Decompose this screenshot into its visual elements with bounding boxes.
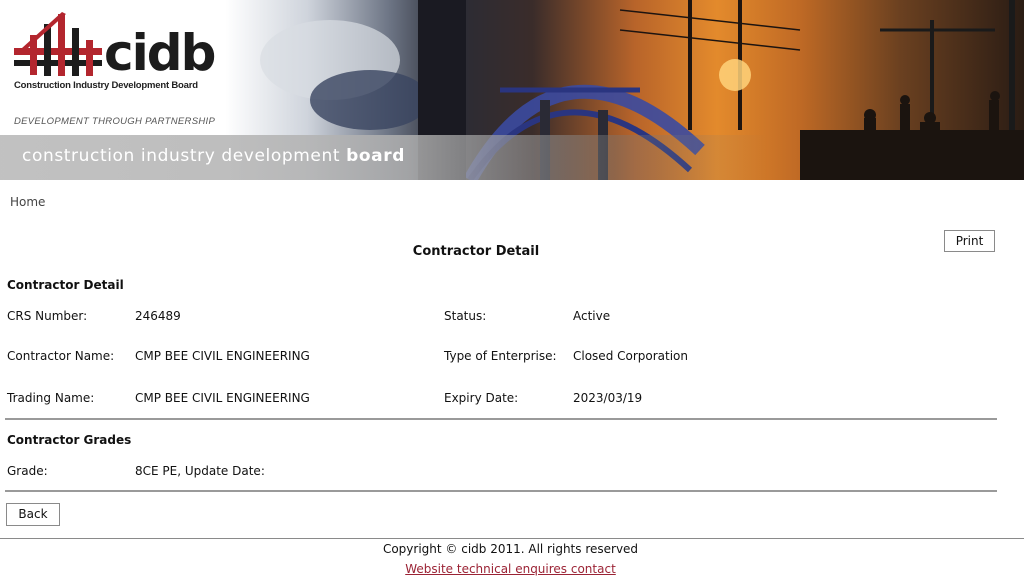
technical-contact-link-text[interactable]: Website technical enquires contact <box>405 562 616 576</box>
enterprise-type-label: Type of Enterprise: <box>444 349 557 363</box>
trading-name-value: CMP BEE CIVIL ENGINEERING <box>135 391 310 405</box>
technical-contact-link: Website technical enquires contact <box>0 562 1021 576</box>
print-button[interactable]: Print <box>944 230 995 252</box>
status-value: Active <box>573 309 611 323</box>
logo-area: cidb Construction Industry Development B… <box>0 0 225 135</box>
breadcrumb-home[interactable]: Home <box>10 195 45 209</box>
banner-title-light: construction industry development <box>22 146 347 166</box>
banner-title: construction industry development board <box>22 146 405 166</box>
crs-number-label: CRS Number: <box>7 309 88 323</box>
trading-name-label: Trading Name: <box>7 391 95 405</box>
banner-title-bold: board <box>346 146 405 166</box>
grade-value: 8CE PE, Update Date: <box>135 464 265 478</box>
logo-subtitle: Construction Industry Development Board <box>14 80 198 91</box>
footer-divider <box>0 538 1024 539</box>
cidb-logo-icon <box>14 12 102 76</box>
breadcrumb: Home <box>10 195 45 209</box>
back-button[interactable]: Back <box>6 503 60 526</box>
logo-wordmark: cidb <box>104 24 216 82</box>
section-divider <box>5 490 997 492</box>
page-title: Contractor Detail <box>412 244 540 259</box>
expiry-date-label: Expiry Date: <box>444 391 519 405</box>
contractor-detail-heading: Contractor Detail <box>7 278 124 292</box>
status-label: Status: <box>444 309 487 323</box>
grade-label: Grade: <box>7 464 48 478</box>
logo-tagline: DEVELOPMENT THROUGH PARTNERSHIP <box>14 116 216 127</box>
section-divider <box>5 418 997 420</box>
expiry-date-value: 2023/03/19 <box>573 391 643 405</box>
crs-number-value: 246489 <box>135 309 181 323</box>
header-banner: cidb Construction Industry Development B… <box>0 0 1024 180</box>
copyright-text: Copyright © cidb 2011. All rights reserv… <box>382 542 639 556</box>
contractor-name-label: Contractor Name: <box>7 349 115 363</box>
contractor-name-value: CMP BEE CIVIL ENGINEERING <box>135 349 310 363</box>
contractor-grades-heading: Contractor Grades <box>7 433 132 447</box>
enterprise-type-value: Closed Corporation <box>573 349 689 363</box>
